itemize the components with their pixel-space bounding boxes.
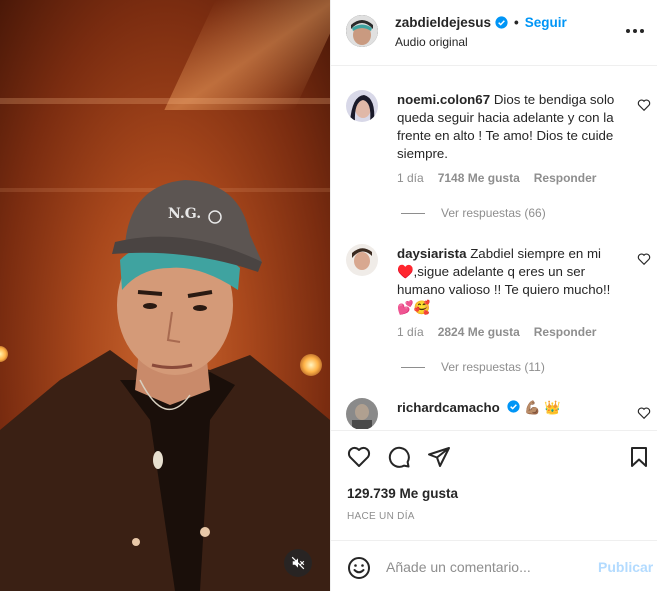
mute-icon xyxy=(291,556,305,570)
publish-button[interactable]: Publicar xyxy=(598,559,653,575)
avatar-image xyxy=(346,398,378,429)
verified-badge-icon xyxy=(495,16,508,29)
emoji-icon[interactable] xyxy=(347,556,371,580)
replies-divider xyxy=(401,212,425,214)
share-icon[interactable] xyxy=(427,445,451,469)
view-replies-button[interactable]: Ver respuestas (11) xyxy=(401,360,545,374)
comment-age[interactable]: 1 día xyxy=(397,171,424,185)
comment-meta: 1 día 7148 Me gusta Responder xyxy=(397,171,596,185)
commenter-avatar[interactable] xyxy=(346,398,378,429)
view-replies-label: Ver respuestas (66) xyxy=(441,206,546,220)
avatar-image xyxy=(346,244,378,276)
avatar-image xyxy=(346,15,378,47)
comment-reply-button[interactable]: Responder xyxy=(534,325,597,339)
comment-like-heart-icon[interactable] xyxy=(637,406,651,420)
post-side-panel: zabdieldejesus • Seguir Audio original n… xyxy=(330,0,657,591)
action-bar xyxy=(331,430,657,482)
view-replies-label: Ver respuestas (11) xyxy=(441,360,545,374)
comment-like-heart-icon[interactable] xyxy=(637,252,651,266)
replies-divider xyxy=(401,366,425,368)
comments-list[interactable]: noemi.colon67 Dios te bendiga solo queda… xyxy=(331,67,657,429)
comment-username[interactable]: richardcamacho xyxy=(397,400,500,415)
author-row: zabdieldejesus • Seguir xyxy=(395,15,567,30)
heart-icon[interactable] xyxy=(347,445,371,469)
comment-text-block: daysiarista Zabdiel siempre en mi ♥️,sig… xyxy=(397,245,627,317)
comment-username[interactable]: daysiarista xyxy=(397,246,466,261)
mute-button[interactable] xyxy=(284,549,312,577)
post-timestamp[interactable]: HACE UN DÍA xyxy=(347,511,415,522)
comment-like-count[interactable]: 7148 Me gusta xyxy=(438,171,520,185)
person-figure: N.G. xyxy=(0,180,330,591)
follow-button[interactable]: Seguir xyxy=(525,15,567,30)
comment-username[interactable]: noemi.colon67 xyxy=(397,92,490,107)
more-options-icon[interactable] xyxy=(625,26,645,36)
post-header: zabdieldejesus • Seguir Audio original xyxy=(331,0,657,66)
post-media-video[interactable]: N.G. xyxy=(0,0,330,591)
author-username[interactable]: zabdieldejesus xyxy=(395,15,491,30)
commenter-avatar[interactable] xyxy=(346,244,378,276)
bookmark-icon[interactable] xyxy=(627,445,651,469)
comment-body: 💪🏽 👑 xyxy=(524,400,561,415)
comment-input[interactable] xyxy=(386,556,586,578)
author-avatar[interactable] xyxy=(346,15,378,47)
comment-age[interactable]: 1 día xyxy=(397,325,424,339)
comment-composer: Publicar xyxy=(331,540,657,591)
commenter-avatar[interactable] xyxy=(346,90,378,122)
verified-badge-icon xyxy=(507,400,521,413)
comment-text-block: richardcamacho 💪🏽 👑 xyxy=(397,399,617,417)
comment-like-heart-icon[interactable] xyxy=(637,98,651,112)
comment-reply-button[interactable]: Responder xyxy=(534,171,597,185)
post-like-count[interactable]: 129.739 Me gusta xyxy=(347,486,458,501)
comment-icon[interactable] xyxy=(387,445,411,469)
avatar-image xyxy=(346,90,378,122)
comment-like-count[interactable]: 2824 Me gusta xyxy=(438,325,520,339)
separator-dot: • xyxy=(514,15,519,30)
view-replies-button[interactable]: Ver respuestas (66) xyxy=(401,206,546,220)
audio-label[interactable]: Audio original xyxy=(395,35,468,49)
svg-text:N.G.: N.G. xyxy=(168,206,201,222)
comment-meta: 1 día 2824 Me gusta Responder xyxy=(397,325,596,339)
comment-text-block: noemi.colon67 Dios te bendiga solo queda… xyxy=(397,91,627,163)
